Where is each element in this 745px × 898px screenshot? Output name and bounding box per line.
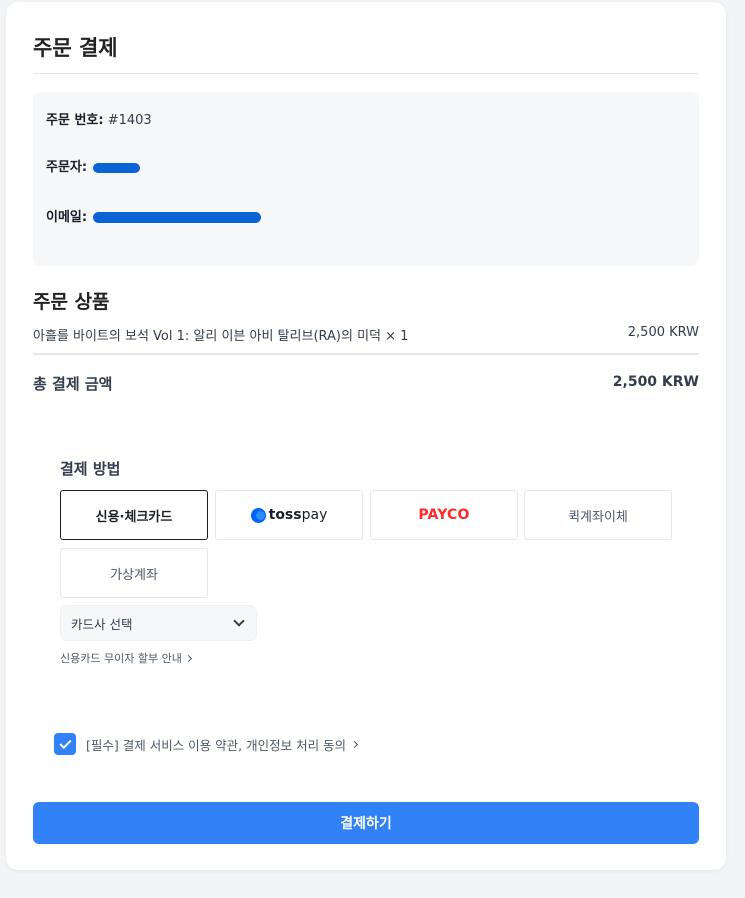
- product-price: 2,500 KRW: [627, 325, 699, 340]
- product-name: 아흘를 바이트의 보석 Vol 1: 알리 이븐 아비 탈리브(RA)의 미덕 …: [33, 329, 409, 344]
- agreement-link[interactable]: [필수] 결제 서비스 이용 약관, 개인정보 처리 동의: [86, 735, 359, 754]
- order-number-value: #1403: [107, 113, 152, 128]
- total-value: 2,500 KRW: [612, 374, 699, 390]
- chevron-right-icon: [184, 654, 192, 662]
- payment-method-title: 결제 방법: [60, 460, 121, 478]
- products-section-title: 주문 상품: [33, 291, 110, 313]
- method-quick-transfer-label: 퀵계좌이체: [568, 509, 628, 525]
- email-redaction: [93, 212, 262, 223]
- card-company-select[interactable]: 카드사 선택: [60, 605, 257, 641]
- installment-info-label: 신용카드 무이자 할부 안내: [60, 652, 182, 665]
- agreement-label: [필수] 결제 서비스 이용 약관, 개인정보 처리 동의: [86, 737, 347, 753]
- payment-card: 주문 결제 주문 번호: #1403 주문자: 이메일: 주문 상품 아흘를 바…: [6, 2, 726, 870]
- chevron-down-icon: [233, 615, 245, 627]
- tosspay-logo-pay: pay: [301, 507, 328, 523]
- agreement-row: [필수] 결제 서비스 이용 약관, 개인정보 처리 동의: [54, 733, 359, 755]
- email-label: 이메일:: [46, 210, 88, 225]
- orderer-redaction: [93, 162, 141, 173]
- orderer-label: 주문자:: [46, 160, 88, 175]
- tosspay-logo-toss: toss: [268, 507, 302, 523]
- total-label: 총 결제 금액: [33, 375, 113, 393]
- method-card-button[interactable]: 신용·체크카드: [60, 490, 208, 540]
- method-quick-transfer-button[interactable]: 퀵계좌이체: [524, 490, 672, 540]
- method-virtual-account-label: 가상계좌: [110, 567, 158, 583]
- check-icon: [58, 736, 72, 749]
- method-virtual-account-button[interactable]: 가상계좌: [60, 548, 208, 598]
- pay-button[interactable]: 결제하기: [33, 802, 699, 844]
- product-divider: [33, 353, 699, 355]
- title-divider: [33, 73, 699, 74]
- chevron-right-icon: [351, 740, 359, 748]
- method-payco-button[interactable]: PAYCO: [370, 490, 518, 540]
- method-card-label: 신용·체크카드: [95, 509, 173, 525]
- method-tosspay-button[interactable]: tosspay: [215, 490, 363, 540]
- order-info-box: 주문 번호: #1403 주문자: 이메일:: [33, 92, 699, 266]
- orderer-row: 주문자:: [46, 156, 141, 175]
- order-number-label: 주문 번호:: [46, 113, 104, 128]
- tosspay-logo: tosspay: [250, 507, 328, 523]
- email-row: 이메일:: [46, 206, 262, 225]
- card-company-select-value: 카드사 선택: [71, 616, 133, 632]
- order-number-row: 주문 번호: #1403: [46, 109, 152, 128]
- payco-logo: PAYCO: [418, 507, 470, 523]
- agreement-checkbox[interactable]: [54, 733, 76, 755]
- page-title: 주문 결제: [33, 36, 118, 60]
- installment-info-link[interactable]: 신용카드 무이자 할부 안내: [60, 650, 192, 666]
- toss-logo-icon: [250, 507, 266, 523]
